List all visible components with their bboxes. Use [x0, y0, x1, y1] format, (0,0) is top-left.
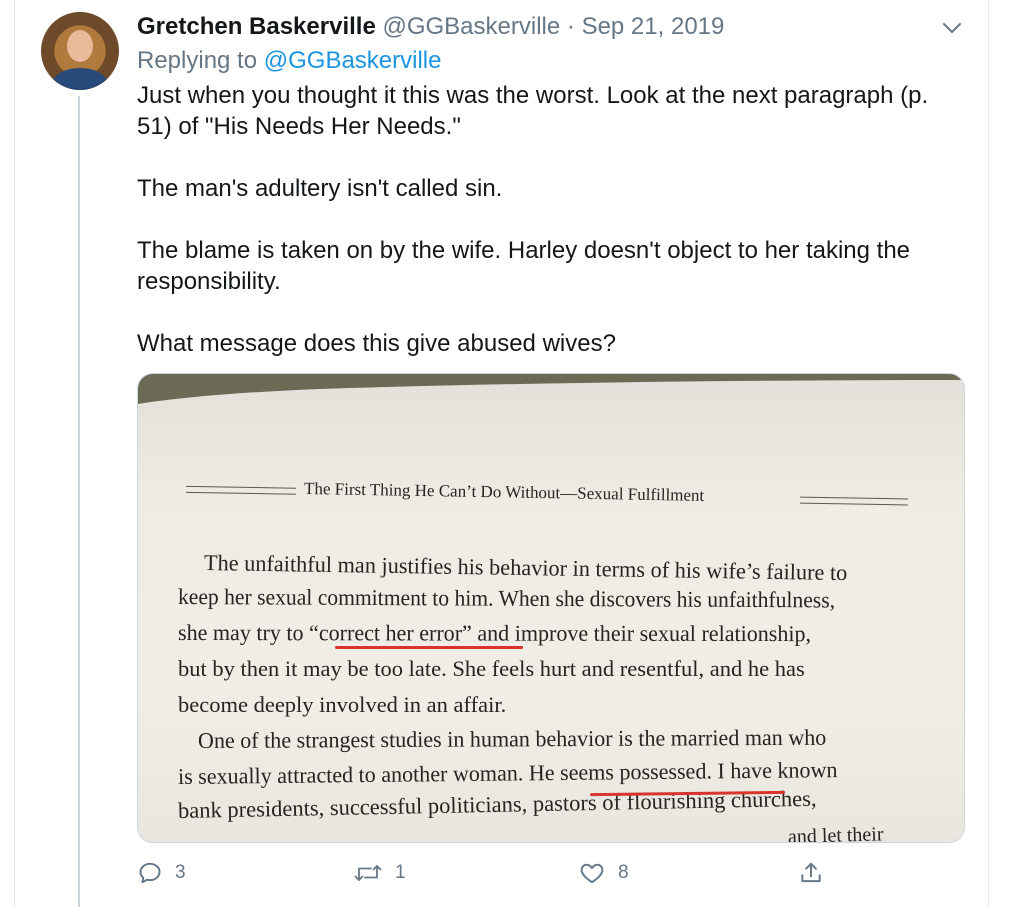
- share-icon: [801, 862, 821, 883]
- chevron-down-icon[interactable]: [940, 16, 964, 40]
- author-name[interactable]: Gretchen Baskerville: [137, 13, 376, 40]
- tweet-actions: 3 1 8: [0, 858, 1024, 888]
- tweet-text: Just when you thought it this was the wo…: [137, 80, 967, 390]
- reply-count: 3: [175, 862, 186, 883]
- replying-to: Replying to @GGBaskerville: [137, 46, 442, 76]
- running-head-rule-left: [186, 485, 297, 495]
- retweet-count: 1: [395, 862, 406, 883]
- page-text-line: is sexually attracted to another woman. …: [177, 757, 838, 789]
- like-action[interactable]: 8: [578, 858, 629, 888]
- tweet-paragraph: The man's adultery isn't called sin.: [137, 175, 503, 202]
- author-handle[interactable]: @GGBaskerville: [382, 13, 560, 40]
- running-head-rule-right: [799, 496, 909, 506]
- retweet-action[interactable]: 1: [353, 858, 406, 888]
- replying-to-mention[interactable]: @GGBaskerville: [264, 47, 442, 74]
- page-text-line: she may try to “correct her error” and i…: [177, 620, 812, 647]
- running-head: The First Thing He Can’t Do Without—Sexu…: [138, 474, 964, 518]
- avatar-shoulders: [53, 68, 107, 90]
- tweet-header: Gretchen Baskerville @GGBaskerville · Se…: [137, 12, 724, 42]
- page-text-line: become deeply involved in an affair.: [178, 692, 507, 717]
- tweet-photo[interactable]: The First Thing He Can’t Do Without—Sexu…: [137, 373, 965, 843]
- page-text-line: keep her sexual commitment to him. When …: [177, 584, 836, 613]
- page-text-line: The unfaithful man justifies his behavio…: [203, 550, 848, 586]
- like-count: 8: [618, 862, 629, 883]
- page-text-line: but by then it may be too late. She feel…: [178, 656, 805, 681]
- share-action[interactable]: [798, 858, 824, 888]
- red-underline-correct-her-error: [335, 646, 523, 649]
- header-separator: ·: [566, 13, 575, 40]
- avatar[interactable]: [41, 12, 119, 90]
- tweet-paragraph: Just when you thought it this was the wo…: [137, 82, 929, 140]
- tweet-date[interactable]: Sep 21, 2019: [582, 13, 725, 40]
- retweet-icon: [354, 865, 382, 881]
- running-head-text: The First Thing He Can’t Do Without—Sexu…: [303, 478, 705, 505]
- tweet-paragraph: The blame is taken on by the wife. Harle…: [137, 237, 911, 295]
- timeline-left-border: [14, 0, 15, 907]
- heart-icon: [580, 863, 604, 884]
- replying-to-label: Replying to: [137, 47, 258, 74]
- thread-connector-line: [78, 96, 80, 907]
- page-text-line: One of the strangest studies in human be…: [197, 724, 827, 753]
- timeline-right-border: [988, 0, 989, 907]
- book-page: The First Thing He Can’t Do Without—Sexu…: [138, 374, 964, 842]
- reply-icon: [139, 862, 161, 884]
- avatar-face: [67, 30, 93, 62]
- reply-action[interactable]: 3: [137, 858, 186, 888]
- tweet-paragraph: What message does this give abused wives…: [137, 330, 616, 357]
- page-text-line-partial: and let their: [787, 823, 884, 843]
